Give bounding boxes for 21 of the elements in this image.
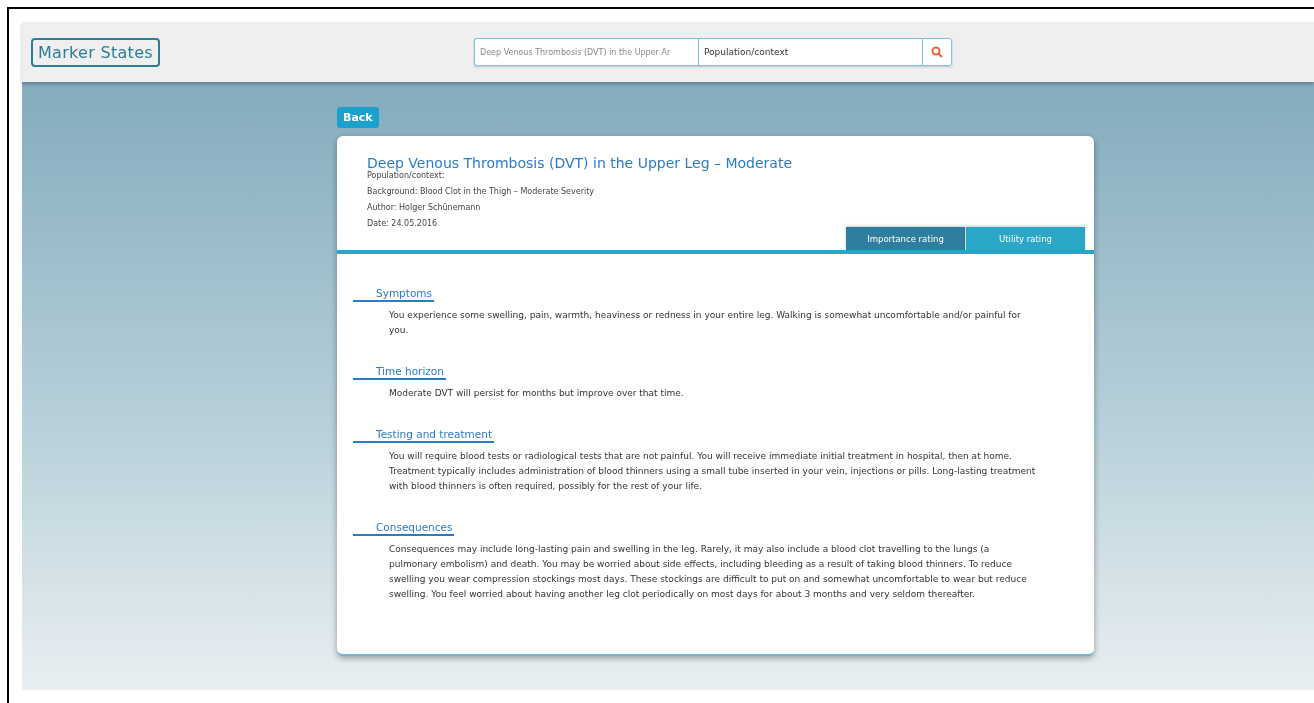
section-text: Consequences may include long-lasting pain and swelling in the leg. Rarely, it may also include a blood clot travelling to the lungs (a pulmonary embolism) and death. You may be worried about side effects, including bleeding as a result of taking blood thinners. To reduce swelling you wear compression stockings most days. These stockings are difficult to put on and somewhat uncomfortable to wear but reduce swelling. You feel worried about having another leg clot periodically on most days for about 3 months and very seldom thereafter.	[389, 543, 1028, 601]
search-field[interactable]: Deep Venous Thrombosis (DVT) in the Upper Ar	[474, 38, 698, 66]
logo[interactable]: Marker States	[31, 37, 160, 67]
section-heading: Symptoms	[353, 287, 434, 302]
meta-text: Author: Holger Schünemann	[367, 203, 482, 212]
meta-text: Background: Blood Clot in the Thigh – Moderate Severity	[367, 187, 596, 196]
section-heading: Testing and treatment	[353, 428, 495, 443]
tab[interactable]: Importance rating	[846, 227, 965, 250]
tab[interactable]: Utility rating	[966, 227, 1085, 250]
card-title: Deep Venous Thrombosis (DVT) in the Upper Leg – Moderate	[367, 155, 793, 171]
meta-text: Date: 24.05.2016	[367, 219, 439, 228]
context-field[interactable]: Population/context	[698, 38, 922, 66]
section-heading: Time horizon	[353, 365, 446, 380]
section-heading: Consequences	[353, 521, 455, 536]
search-button[interactable]	[922, 38, 952, 66]
section-text: You experience some swelling, pain, warmth, heaviness or redness in your entire leg. Walking is somewhat uncomfortable and/or painful for you.	[389, 309, 1022, 337]
section-text: You will require blood tests or radiological tests that are not painful. You will receive immediate initial treatment in hospital, then at home. Treatment typically includes administration of blood thinners using a small tube inserted in your vein, injections or pills. Long-lasting treatment with blood thinners is often required, possibly for the rest of your life.	[389, 450, 1037, 493]
section-text: Moderate DVT will persist for months but improve over that time.	[389, 387, 685, 400]
meta-text: Population/context:	[367, 171, 446, 180]
back-button[interactable]: Back	[337, 107, 379, 128]
search-icon	[931, 46, 943, 58]
